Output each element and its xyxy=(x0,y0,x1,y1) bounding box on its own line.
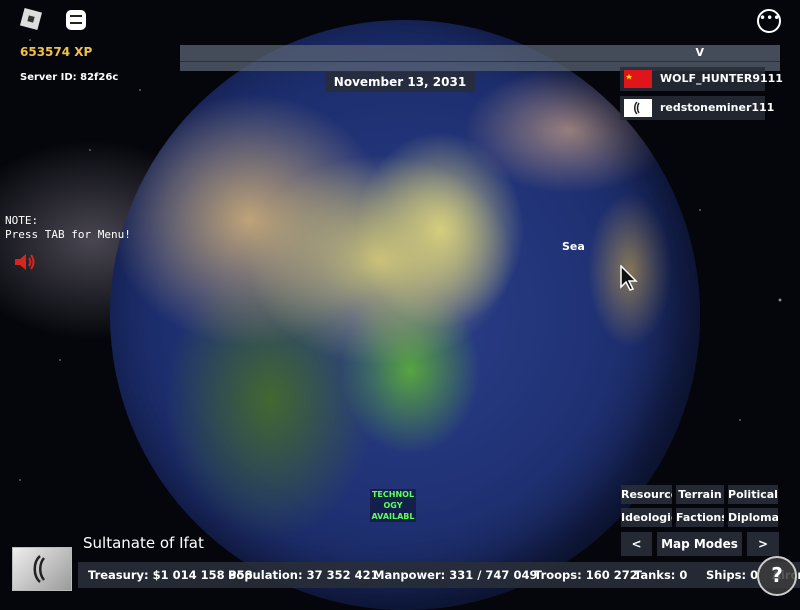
technology-available-notice[interactable]: TECHNOL OGY AVAILABL xyxy=(370,489,416,522)
note-text: Press TAB for Menu! xyxy=(5,228,131,241)
map-mode-factions-button[interactable]: Factions xyxy=(676,508,724,527)
player-entry[interactable]: WOLF_HUNTER9111 xyxy=(620,67,783,91)
tab-note: NOTE: Press TAB for Menu! xyxy=(5,214,131,242)
xp-counter: 653574 XP xyxy=(20,45,93,59)
map-mode-resource-button[interactable]: Resource xyxy=(621,485,672,504)
flag-icon xyxy=(624,99,652,117)
player-name: WOLF_HUNTER9111 xyxy=(660,72,783,85)
server-id: Server ID: 82f26c xyxy=(20,72,119,83)
population-stat: Population: 37 352 421 xyxy=(228,568,379,582)
map-mode-prev-button[interactable]: < xyxy=(621,532,652,556)
manpower-stat: Manpower: 331 / 747 049 xyxy=(373,568,538,582)
player-name: redstoneminer111 xyxy=(660,101,775,114)
help-icon[interactable]: ? xyxy=(757,556,797,596)
mouse-cursor-icon xyxy=(620,265,638,291)
player-entry[interactable]: redstoneminer111 xyxy=(620,96,774,120)
game-date: November 13, 2031 xyxy=(325,72,475,92)
map-modes-label[interactable]: Map Modes xyxy=(657,532,742,556)
flag-icon xyxy=(624,70,652,88)
nation-stats-bar: Treasury: $1 014 158 358 Population: 37 … xyxy=(78,562,800,588)
more-options-icon[interactable]: ••• xyxy=(757,9,781,33)
note-title: NOTE: xyxy=(5,214,39,227)
troops-stat: Troops: 160 272 xyxy=(534,568,638,582)
ships-stat: Ships: 0 xyxy=(706,568,759,582)
nation-flag-icon xyxy=(33,555,46,583)
chat-icon[interactable] xyxy=(66,10,86,30)
speaker-icon[interactable] xyxy=(13,251,37,273)
map-mode-political-button[interactable]: Political xyxy=(728,485,778,504)
map-mode-diplomacy-button[interactable]: Diplomat xyxy=(728,508,778,527)
map-mode-next-button[interactable]: > xyxy=(747,532,779,556)
tanks-stat: Tanks: 0 xyxy=(634,568,688,582)
nation-name: Sultanate of Ifat xyxy=(83,534,204,552)
map-mode-terrain-button[interactable]: Terrain xyxy=(676,485,724,504)
sea-label: Sea xyxy=(562,240,585,253)
map-mode-ideologies-button[interactable]: Ideologie xyxy=(621,508,672,527)
nation-emblem[interactable] xyxy=(12,547,72,591)
top-bar-divider xyxy=(180,45,780,62)
